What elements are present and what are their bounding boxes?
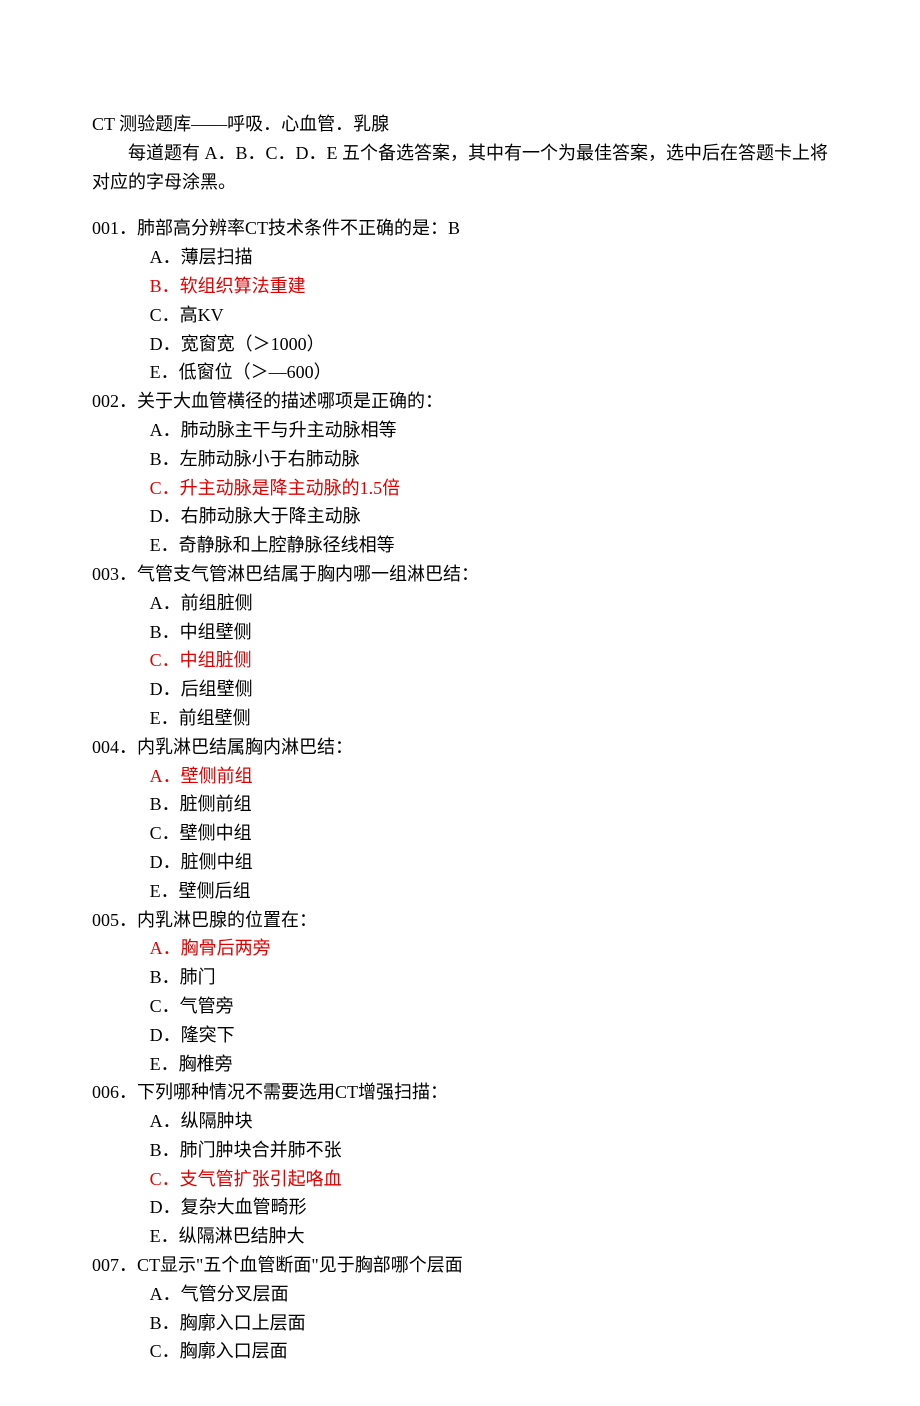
option: A．胸骨后两旁 <box>92 934 828 963</box>
question-number: 002． <box>92 391 137 411</box>
questions-container: 001．肺部高分辨率CT技术条件不正确的是：BA．薄层扫描B．软组织算法重建C．… <box>92 214 828 1366</box>
question-number: 005． <box>92 910 137 930</box>
option: E．前组壁侧 <box>92 704 828 733</box>
option: C．高KV <box>92 301 828 330</box>
option: C．中组脏侧 <box>92 646 828 675</box>
option: A．肺动脉主干与升主动脉相等 <box>92 416 828 445</box>
option: B．肺门肿块合并肺不张 <box>92 1136 828 1165</box>
option: D．后组壁侧 <box>92 675 828 704</box>
question-stem: 001．肺部高分辨率CT技术条件不正确的是：B <box>92 214 828 243</box>
question-number: 004． <box>92 737 137 757</box>
option: A．薄层扫描 <box>92 243 828 272</box>
option: B．左肺动脉小于右肺动脉 <box>92 445 828 474</box>
option: D．右肺动脉大于降主动脉 <box>92 502 828 531</box>
option: C．壁侧中组 <box>92 819 828 848</box>
question-text: CT显示"五个血管断面"见于胸部哪个层面 <box>137 1255 463 1275</box>
option: E．纵隔淋巴结肿大 <box>92 1222 828 1251</box>
spacer <box>92 196 828 214</box>
question-text: 肺部高分辨率CT技术条件不正确的是：B <box>137 218 460 238</box>
question-number: 001． <box>92 218 137 238</box>
document-intro: 每道题有 A．B．C．D．E 五个备选答案，其中有一个为最佳答案，选中后在答题卡… <box>92 139 828 197</box>
option: D．复杂大血管畸形 <box>92 1193 828 1222</box>
question-number: 003． <box>92 564 137 584</box>
document-title: CT 测验题库——呼吸．心血管．乳腺 <box>92 110 828 139</box>
question-stem: 005．内乳淋巴腺的位置在： <box>92 906 828 935</box>
option: C．支气管扩张引起咯血 <box>92 1165 828 1194</box>
option: D．脏侧中组 <box>92 848 828 877</box>
question-text: 内乳淋巴腺的位置在： <box>137 910 317 930</box>
option: B．胸廓入口上层面 <box>92 1309 828 1338</box>
question-text: 内乳淋巴结属胸内淋巴结： <box>137 737 353 757</box>
option: E．奇静脉和上腔静脉径线相等 <box>92 531 828 560</box>
option: C．气管旁 <box>92 992 828 1021</box>
question-text: 气管支气管淋巴结属于胸内哪一组淋巴结： <box>137 564 479 584</box>
question-stem: 002．关于大血管横径的描述哪项是正确的： <box>92 387 828 416</box>
option: B．软组织算法重建 <box>92 272 828 301</box>
question-text: 下列哪种情况不需要选用CT增强扫描： <box>137 1082 448 1102</box>
option: A．前组脏侧 <box>92 589 828 618</box>
option: A．纵隔肿块 <box>92 1107 828 1136</box>
question-stem: 004．内乳淋巴结属胸内淋巴结： <box>92 733 828 762</box>
option: E．壁侧后组 <box>92 877 828 906</box>
option: B．中组壁侧 <box>92 618 828 647</box>
option: A．气管分叉层面 <box>92 1280 828 1309</box>
question-stem: 007．CT显示"五个血管断面"见于胸部哪个层面 <box>92 1251 828 1280</box>
option: E．胸椎旁 <box>92 1050 828 1079</box>
option: C．胸廓入口层面 <box>92 1337 828 1366</box>
question-stem: 003．气管支气管淋巴结属于胸内哪一组淋巴结： <box>92 560 828 589</box>
option: E．低窗位（＞—600） <box>92 358 828 387</box>
question-text: 关于大血管横径的描述哪项是正确的： <box>137 391 443 411</box>
question-number: 007． <box>92 1255 137 1275</box>
option: D．隆突下 <box>92 1021 828 1050</box>
option: D．宽窗宽（＞1000） <box>92 330 828 359</box>
question-stem: 006．下列哪种情况不需要选用CT增强扫描： <box>92 1078 828 1107</box>
option: B．肺门 <box>92 963 828 992</box>
option: C．升主动脉是降主动脉的1.5倍 <box>92 474 828 503</box>
option: A．壁侧前组 <box>92 762 828 791</box>
option: B．脏侧前组 <box>92 790 828 819</box>
question-number: 006． <box>92 1082 137 1102</box>
